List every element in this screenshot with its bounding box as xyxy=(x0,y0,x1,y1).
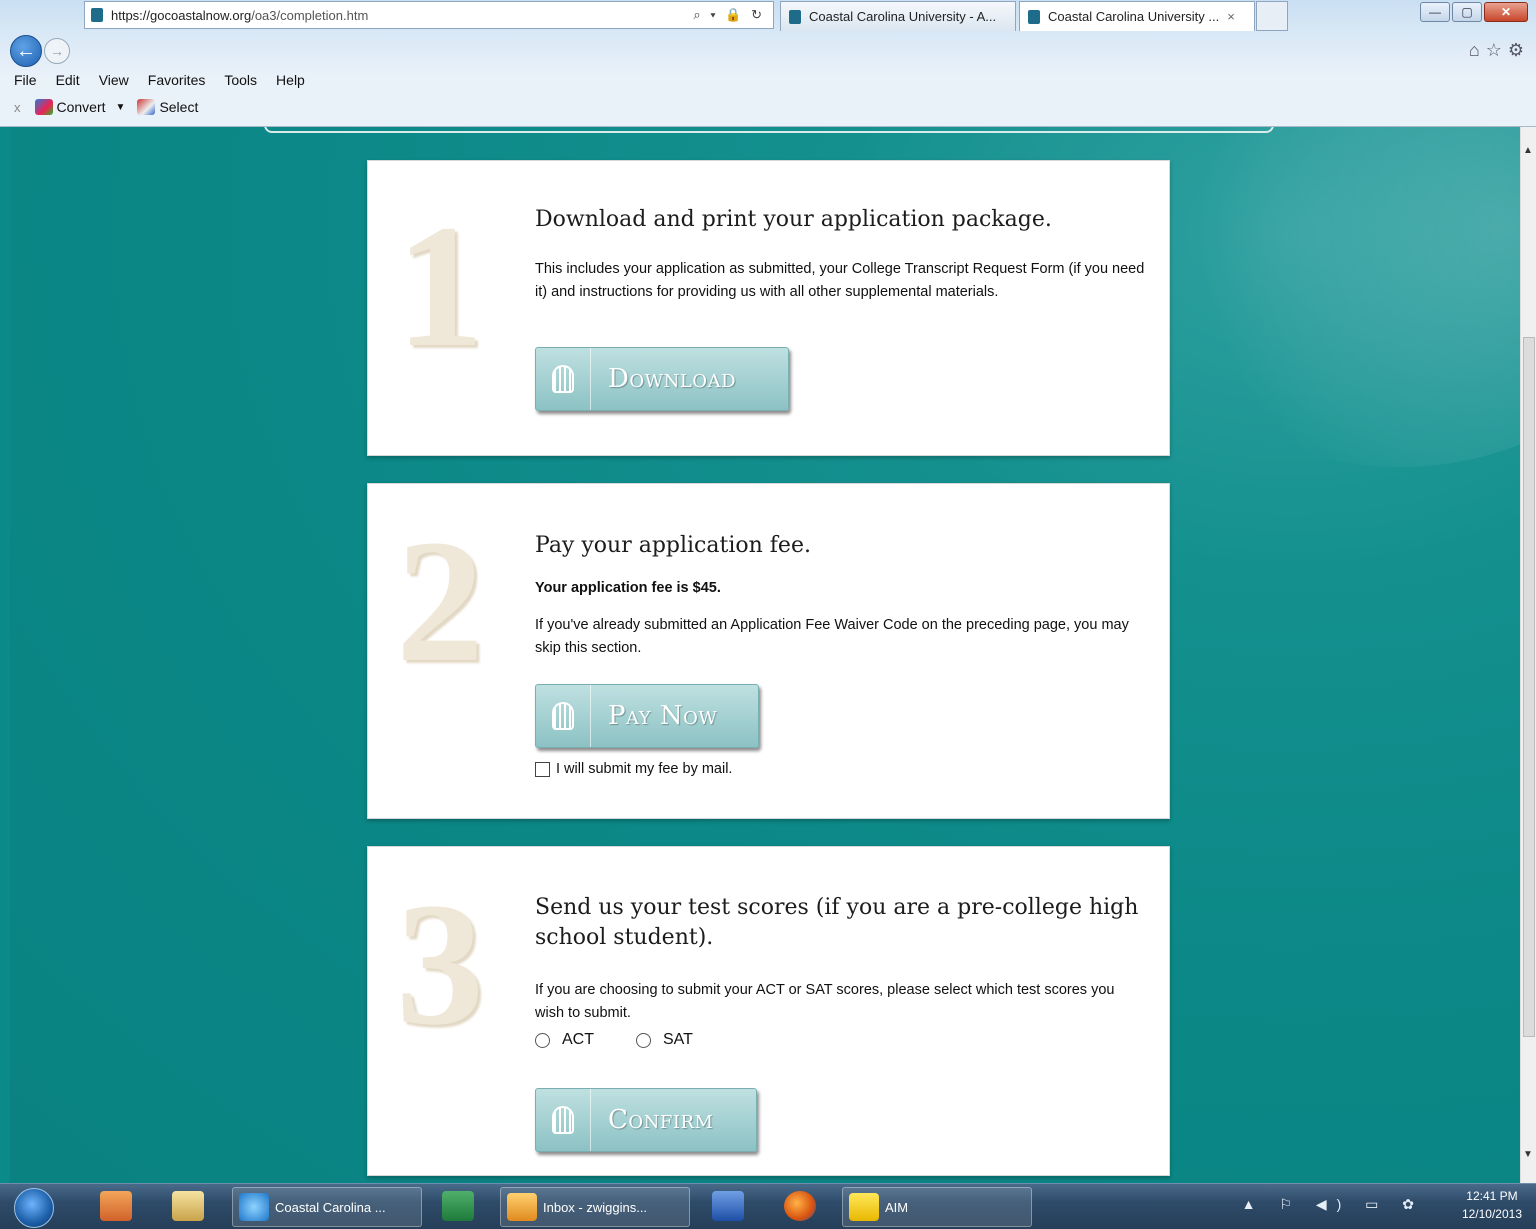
scroll-up-icon[interactable]: ▲ xyxy=(1523,145,1533,156)
convert-icon xyxy=(34,99,53,115)
step-1-content: Download and print your application pack… xyxy=(535,205,1145,304)
tab-label: Coastal Carolina University - A... xyxy=(809,9,997,24)
media-player-icon[interactable] xyxy=(100,1191,132,1221)
select-icon xyxy=(137,99,156,115)
step-number: 3 xyxy=(396,867,484,1062)
home-favorites-settings-icons[interactable]: ⌂☆⚙ xyxy=(1469,40,1530,61)
checkbox-box[interactable] xyxy=(535,761,550,777)
system-tray-icons[interactable]: ▲ ⚐ ◀) ▭ ✿ xyxy=(1242,1196,1424,1213)
header-box-edge xyxy=(264,127,1274,133)
minimize-button[interactable]: — xyxy=(1420,2,1450,22)
taskbar-ie-window[interactable]: Coastal Carolina ... xyxy=(232,1187,422,1227)
fee-amount-text: Your application fee is $45. xyxy=(535,580,721,596)
tab-label: Coastal Carolina University ... xyxy=(1048,9,1220,24)
convert-button[interactable]: Convert xyxy=(57,99,106,115)
word-icon[interactable] xyxy=(712,1191,744,1221)
button-label: Pay Now xyxy=(608,701,718,731)
close-window-button[interactable]: ✕ xyxy=(1484,2,1528,22)
new-tab-button[interactable] xyxy=(1256,1,1288,31)
step-2-card: 2 Pay your application fee. Your applica… xyxy=(367,483,1170,819)
forward-button[interactable]: → xyxy=(44,38,70,64)
clock-date: 12/10/2013 xyxy=(1461,1207,1522,1221)
confirm-button[interactable]: Confirm xyxy=(535,1088,757,1152)
step-heading: Pay your application fee. xyxy=(535,533,811,558)
test-score-options: ACT SAT xyxy=(535,1031,1145,1049)
tab-close-icon[interactable]: × xyxy=(1227,9,1235,24)
button-label: Confirm xyxy=(608,1105,714,1135)
tab-favicon-icon xyxy=(1028,9,1040,24)
address-bar[interactable]: https://gocoastalnow.org/oa3/completion.… xyxy=(84,1,774,29)
radio-circle[interactable] xyxy=(535,1032,550,1048)
step-3-content: Send us your test scores (if you are a p… xyxy=(535,893,1145,1049)
pay-now-button[interactable]: Pay Now xyxy=(535,684,759,748)
taskbar-outlook-window[interactable]: Inbox - zwiggins... xyxy=(500,1187,690,1227)
outlook-icon xyxy=(507,1193,537,1221)
menu-help[interactable]: Help xyxy=(276,72,305,88)
step-1-card: 1 Download and print your application pa… xyxy=(367,160,1170,456)
menu-favorites[interactable]: Favorites xyxy=(148,72,206,88)
menu-tools[interactable]: Tools xyxy=(224,72,257,88)
clock-time: 12:41 PM xyxy=(1466,1189,1518,1203)
menu-view[interactable]: View xyxy=(99,72,129,88)
aim-icon xyxy=(849,1193,879,1221)
scroll-down-icon[interactable]: ▼ xyxy=(1523,1149,1533,1160)
sat-radio[interactable]: SAT xyxy=(636,1031,693,1049)
menu-bar: File Edit View Favorites Tools Help xyxy=(14,72,324,88)
maximize-button[interactable]: ▢ xyxy=(1452,2,1482,22)
firefox-icon[interactable] xyxy=(784,1191,816,1221)
radio-circle[interactable] xyxy=(636,1032,651,1048)
tab-coastal-2[interactable]: Coastal Carolina University ... × xyxy=(1019,1,1255,31)
step-description: This includes your application as submit… xyxy=(535,261,1145,300)
convert-dropdown-icon[interactable]: ▼ xyxy=(116,102,126,113)
taskbar-label: Inbox - zwiggins... xyxy=(543,1199,648,1215)
background-swirl xyxy=(1140,127,1520,467)
window-controls: — ▢ ✕ xyxy=(1418,2,1528,22)
university-logo-icon xyxy=(536,685,591,747)
step-2-content: Pay your application fee. Your applicati… xyxy=(535,531,1145,660)
browser-chrome: — ▢ ✕ ← → https://gocoastalnow.org/oa3/c… xyxy=(0,0,1536,127)
scrollbar-thumb[interactable] xyxy=(1523,337,1535,1037)
menu-file[interactable]: File xyxy=(14,72,37,88)
vertical-scrollbar[interactable]: ▲ ▼ xyxy=(1520,127,1536,1183)
step-heading: Download and print your application pack… xyxy=(535,207,1052,232)
url-path: /oa3/completion.htm xyxy=(251,7,369,23)
step-description: If you are choosing to submit your ACT o… xyxy=(535,982,1115,1021)
taskbar-label: Coastal Carolina ... xyxy=(275,1199,386,1215)
checkbox-label: I will submit my fee by mail. xyxy=(556,761,733,777)
step-heading: Send us your test scores (if you are a p… xyxy=(535,895,1139,950)
university-logo-icon xyxy=(536,348,591,410)
url-host: https://gocoastalnow.org xyxy=(111,7,252,23)
select-button[interactable]: Select xyxy=(159,99,198,115)
radio-label: SAT xyxy=(663,1031,693,1048)
step-number: 1 xyxy=(396,189,484,384)
back-button[interactable]: ← xyxy=(10,35,42,67)
step-3-card: 3 Send us your test scores (if you are a… xyxy=(367,846,1170,1176)
act-radio[interactable]: ACT xyxy=(535,1031,594,1049)
start-button[interactable] xyxy=(14,1188,54,1228)
taskbar-label: AIM xyxy=(885,1199,909,1215)
excel-icon[interactable] xyxy=(442,1191,474,1221)
system-clock[interactable]: 12:41 PM 12/10/2013 xyxy=(1462,1187,1522,1223)
radio-label: ACT xyxy=(562,1031,594,1048)
taskbar-aim-window[interactable]: AIM xyxy=(842,1187,1032,1227)
menu-edit[interactable]: Edit xyxy=(56,72,80,88)
university-logo-icon xyxy=(536,1089,591,1151)
page-viewport: 1 Download and print your application pa… xyxy=(10,127,1520,1183)
internet-explorer-icon xyxy=(239,1193,269,1221)
site-favicon-icon xyxy=(91,8,103,22)
button-label: Download xyxy=(608,364,736,394)
download-button[interactable]: Download xyxy=(535,347,789,411)
windows-taskbar: Coastal Carolina ... Inbox - zwiggins...… xyxy=(0,1183,1536,1229)
navigation-row: ← → xyxy=(10,35,70,67)
fee-by-mail-checkbox[interactable]: I will submit my fee by mail. xyxy=(535,761,732,777)
address-tools-icon[interactable]: ⌕ ▾ 🔒 ↻ xyxy=(693,7,765,23)
tab-favicon-icon xyxy=(789,9,801,24)
command-bar: x Convert ▼ Select xyxy=(14,99,198,115)
close-toolbar-icon[interactable]: x xyxy=(14,100,21,115)
step-number: 2 xyxy=(396,504,484,699)
step-description: If you've already submitted an Applicati… xyxy=(535,617,1129,656)
tab-coastal-1[interactable]: Coastal Carolina University - A... xyxy=(780,1,1016,31)
file-explorer-icon[interactable] xyxy=(172,1191,204,1221)
